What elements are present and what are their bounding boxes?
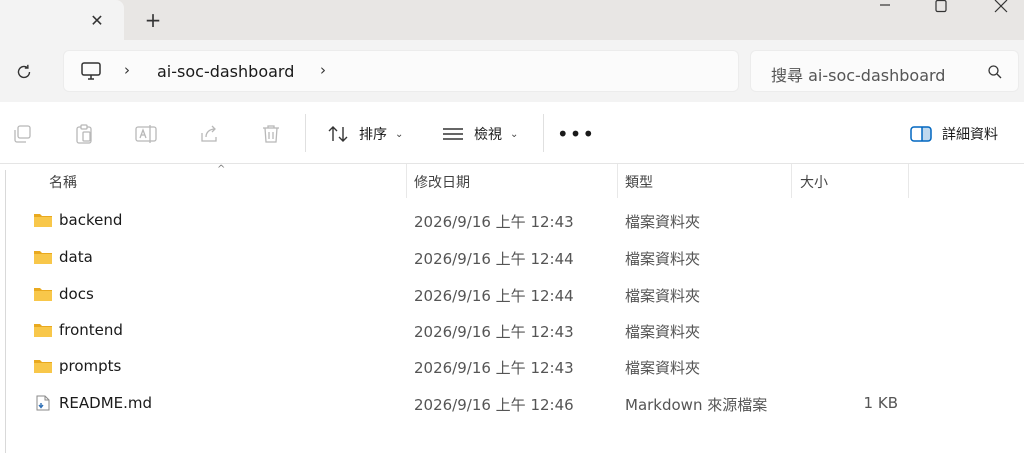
maximize-icon — [935, 0, 947, 13]
file-row[interactable]: prompts 2026/9/16 上午 12:43 檔案資料夾 — [0, 348, 1024, 385]
file-date: 2026/9/16 上午 12:43 — [414, 213, 574, 231]
search-box[interactable]: 搜尋 ai-soc-dashboard — [750, 50, 1019, 92]
file-name: frontend — [59, 321, 123, 339]
details-label: 詳細資料 — [942, 127, 998, 143]
file-name: backend — [59, 211, 123, 229]
file-date: 2026/9/16 上午 12:44 — [414, 287, 574, 305]
file-row[interactable]: data 2026/9/16 上午 12:44 檔案資料夾 — [0, 239, 1024, 276]
folder-icon — [34, 360, 52, 373]
view-button[interactable]: 檢視 ⌄ — [442, 120, 518, 148]
chevron-down-icon: ⌄ — [395, 128, 404, 140]
file-size: 1 KB — [863, 394, 898, 412]
file-name: README.md — [59, 394, 153, 412]
search-input[interactable]: 搜尋 ai-soc-dashboard — [771, 62, 945, 86]
new-tab-button[interactable]: + — [140, 8, 166, 32]
breadcrumb-folder[interactable]: ai-soc-dashboard — [157, 62, 294, 81]
minimize-button[interactable] — [862, 0, 908, 16]
folder-icon — [34, 324, 52, 337]
tab-ai-soc-dashboard[interactable]: ✕ — [0, 0, 124, 40]
details-pane-icon — [910, 126, 932, 142]
file-name: data — [59, 248, 93, 266]
file-date: 2026/9/16 上午 12:43 — [414, 359, 574, 377]
file-row[interactable]: docs 2026/9/16 上午 12:44 檔案資料夾 — [0, 276, 1024, 313]
file-row[interactable]: frontend 2026/9/16 上午 12:43 檔案資料夾 — [0, 312, 1024, 349]
file-date: 2026/9/16 上午 12:46 — [414, 396, 574, 414]
view-list-icon — [443, 128, 463, 140]
column-header-row: ^ 名稱 修改日期 類型 大小 — [0, 164, 1024, 198]
sort-label: 排序 — [359, 127, 387, 143]
chevron-down-icon: ⌄ — [510, 128, 519, 140]
maximize-button[interactable] — [918, 0, 964, 16]
column-divider[interactable] — [406, 164, 407, 198]
folder-icon — [34, 251, 52, 264]
view-label: 檢視 — [474, 127, 502, 143]
title-bar: ✕ + — [0, 0, 1024, 40]
refresh-button[interactable] — [11, 59, 37, 85]
file-type: 檔案資料夾 — [625, 323, 701, 341]
file-date: 2026/9/16 上午 12:44 — [414, 250, 574, 268]
tab-close-button[interactable]: ✕ — [86, 9, 108, 31]
column-header-date[interactable]: 修改日期 — [414, 172, 470, 192]
markdown-file-icon — [36, 395, 50, 411]
copy-button[interactable] — [10, 122, 34, 146]
command-bar: 排序 ⌄ 檢視 ⌄ ••• 詳細資料 — [0, 102, 1024, 164]
breadcrumb-chevron-icon[interactable]: › — [320, 61, 326, 79]
file-name: prompts — [59, 357, 122, 375]
copy-icon — [14, 125, 31, 143]
file-type: 檔案資料夾 — [625, 213, 701, 231]
search-icon — [988, 65, 1002, 79]
file-type: Markdown 來源檔案 — [625, 396, 768, 414]
trash-icon — [263, 125, 279, 143]
rename-icon — [135, 125, 157, 143]
file-type: 檔案資料夾 — [625, 250, 701, 268]
column-header-size[interactable]: 大小 — [800, 172, 828, 192]
column-divider[interactable] — [791, 164, 792, 198]
share-icon — [201, 125, 217, 142]
toolbar-divider — [543, 114, 544, 152]
file-row[interactable]: README.md 2026/9/16 上午 12:46 Markdown 來源… — [0, 385, 1024, 422]
close-window-button[interactable] — [978, 0, 1024, 16]
details-pane-button[interactable]: 詳細資料 — [910, 120, 998, 148]
rename-button[interactable] — [134, 122, 158, 146]
sort-icon — [328, 126, 348, 142]
breadcrumb-chevron-icon[interactable]: › — [124, 61, 130, 79]
file-name: docs — [59, 285, 94, 303]
share-button[interactable] — [197, 122, 221, 146]
folder-icon — [34, 288, 52, 301]
sort-button[interactable]: 排序 ⌄ — [327, 120, 403, 148]
address-bar[interactable]: › ai-soc-dashboard › — [63, 50, 739, 92]
file-date: 2026/9/16 上午 12:43 — [414, 323, 574, 341]
address-row: › ai-soc-dashboard › 搜尋 ai-soc-dashboard — [0, 40, 1024, 102]
file-type: 檔案資料夾 — [625, 287, 701, 305]
refresh-icon — [17, 64, 31, 79]
delete-button[interactable] — [259, 122, 283, 146]
paste-button[interactable] — [72, 122, 96, 146]
sort-ascending-icon: ^ — [217, 164, 226, 175]
computer-icon[interactable] — [80, 60, 102, 82]
column-divider[interactable] — [908, 164, 909, 198]
file-type: 檔案資料夾 — [625, 359, 701, 377]
column-header-type[interactable]: 類型 — [625, 172, 653, 192]
paste-icon — [76, 124, 92, 144]
column-divider[interactable] — [617, 164, 618, 198]
toolbar-divider — [305, 114, 306, 152]
file-row[interactable]: backend 2026/9/16 上午 12:43 檔案資料夾 — [0, 202, 1024, 239]
more-options-button[interactable]: ••• — [557, 122, 594, 146]
close-icon — [994, 0, 1008, 13]
folder-icon — [34, 214, 52, 227]
minimize-icon — [880, 4, 890, 6]
column-header-name[interactable]: 名稱 — [49, 172, 77, 192]
